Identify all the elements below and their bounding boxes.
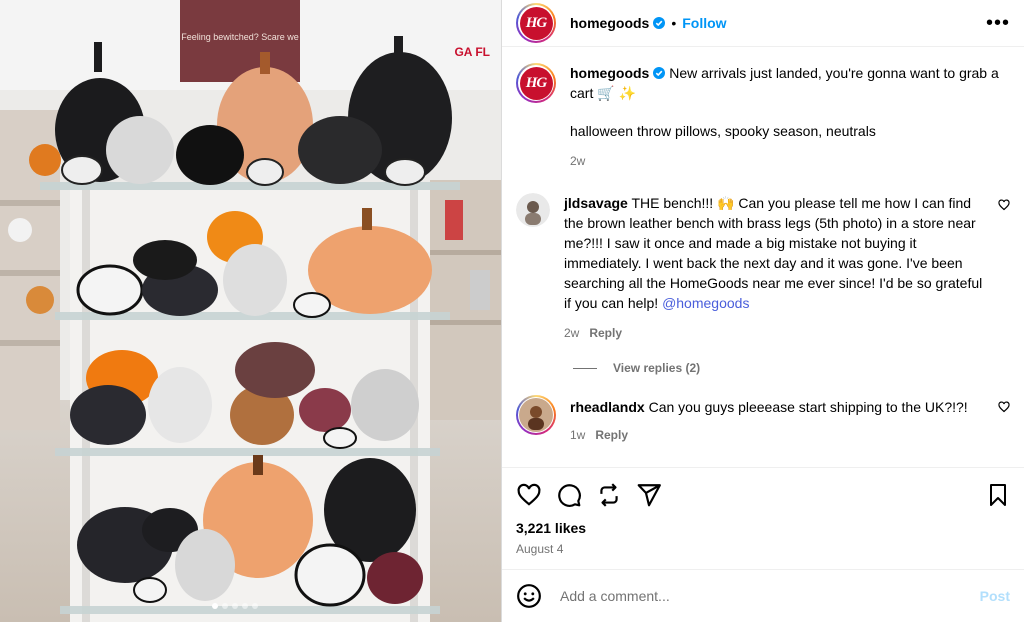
follow-button[interactable]: Follow <box>682 15 726 31</box>
like-comment-heart-icon[interactable] <box>998 199 1010 211</box>
comments-section: HG homegoods New arrivals just landed, y… <box>502 47 1024 467</box>
reply-button[interactable]: Reply <box>589 326 622 340</box>
comment-age: 1w <box>570 428 586 442</box>
caption-username[interactable]: homegoods <box>570 65 649 81</box>
post-actions: 3,221 likes August 4 <box>502 467 1024 556</box>
comment-age: 2w <box>564 326 580 340</box>
share-icon[interactable] <box>596 482 622 508</box>
comment-username[interactable]: rheadlandx <box>570 399 645 415</box>
comment-item: jldsavage THE bench!!! 🙌 Can you please … <box>516 193 1010 343</box>
post-comment-button[interactable]: Post <box>980 588 1010 604</box>
post-date: August 4 <box>516 542 564 556</box>
author-avatar[interactable]: HG <box>516 3 556 43</box>
emoji-icon[interactable] <box>516 583 542 609</box>
commenter-avatar[interactable] <box>516 193 550 227</box>
author-username[interactable]: homegoods <box>570 15 649 31</box>
store-sign-right: GA FL <box>454 45 490 59</box>
post-image: Feeling bewitched? Scare we GA FL <box>0 0 501 622</box>
caption-avatar[interactable]: HG <box>516 63 556 103</box>
header-separator: • <box>671 15 677 31</box>
comment-mention-link[interactable]: @homegoods <box>662 295 749 311</box>
verified-badge-icon <box>653 17 666 29</box>
reply-button[interactable]: Reply <box>595 428 628 442</box>
comment-text: THE bench!!! 🙌 Can you please tell me ho… <box>564 195 983 311</box>
caption-tags: halloween throw pillows, spooky season, … <box>570 123 876 139</box>
caption: HG homegoods New arrivals just landed, y… <box>516 63 1010 171</box>
homegoods-logo: HG <box>519 6 553 40</box>
comment-username[interactable]: jldsavage <box>564 195 628 211</box>
pumpkin-display-photo: Feeling bewitched? Scare we GA FL <box>0 0 501 622</box>
view-replies-line <box>573 367 597 369</box>
comment-text: Can you guys pleeease start shipping to … <box>648 399 968 415</box>
caption-age: 2w <box>570 154 586 168</box>
more-options-icon[interactable]: ••• <box>986 12 1010 35</box>
add-comment-input[interactable] <box>558 587 980 605</box>
store-sign-text: Feeling bewitched? Scare we <box>181 32 299 42</box>
homegoods-logo: HG <box>519 66 553 100</box>
add-comment-bar: Post <box>502 569 1024 622</box>
heart-icon[interactable] <box>516 482 542 508</box>
post-header: HG homegoods • Follow ••• <box>502 0 1024 47</box>
post-details-panel: HG homegoods • Follow ••• HG homegoods N… <box>501 0 1024 622</box>
commenter-avatar[interactable] <box>516 395 556 435</box>
view-replies-label: View replies (2) <box>613 361 701 375</box>
comment-icon[interactable] <box>556 482 582 508</box>
bookmark-icon[interactable] <box>986 483 1010 507</box>
like-comment-heart-icon[interactable] <box>998 401 1010 413</box>
likes-count[interactable]: 3,221 likes <box>516 520 1010 536</box>
comment-item: rheadlandx Can you guys pleeease start s… <box>516 395 1010 445</box>
verified-badge-icon <box>653 67 666 79</box>
send-icon[interactable] <box>636 482 662 508</box>
view-replies-button[interactable]: View replies (2) <box>573 361 1010 375</box>
